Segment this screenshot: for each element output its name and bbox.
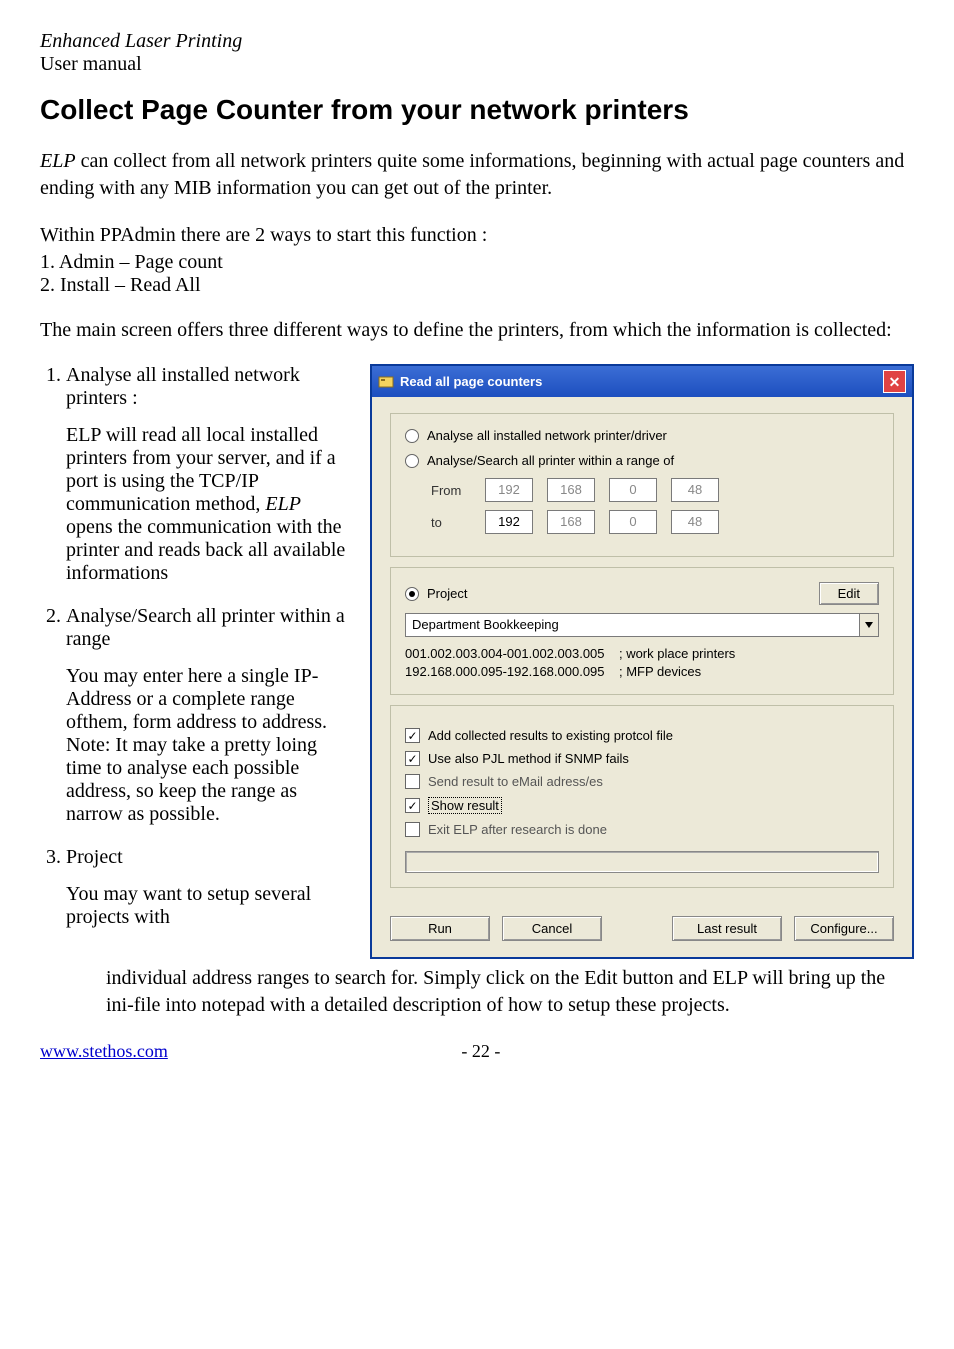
list-item-1: Analyse all installed network printers :… <box>66 364 350 585</box>
group-analyse-modes: Analyse all installed network printer/dr… <box>390 413 894 557</box>
from-ip-c[interactable]: 0 <box>609 478 657 502</box>
radio1-label: Analyse all installed network printer/dr… <box>427 428 667 443</box>
item1-body-em: ELP <box>265 493 301 515</box>
radio3-label: Project <box>427 586 467 601</box>
item3-title: Project <box>66 846 123 868</box>
item1-body: ELP will read all local installed printe… <box>66 424 350 585</box>
to-label: to <box>431 515 471 530</box>
radio-analyse-range[interactable]: Analyse/Search all printer within a rang… <box>405 453 879 468</box>
cancel-button[interactable]: Cancel <box>502 916 602 941</box>
checkbox-icon <box>405 822 420 837</box>
project-combobox[interactable]: Department Bookkeeping <box>405 613 879 637</box>
item2-title: Analyse/Search all printer within a rang… <box>66 605 345 650</box>
run-button[interactable]: Run <box>390 916 490 941</box>
from-ip-a[interactable]: 192 <box>485 478 533 502</box>
radio-icon <box>405 429 419 443</box>
chk-send-email[interactable]: Send result to eMail adress/es <box>405 774 879 789</box>
doc-header-title: Enhanced Laser Printing <box>40 30 914 53</box>
list-item-2: Analyse/Search all printer within a rang… <box>66 605 350 826</box>
from-label: From <box>431 483 471 498</box>
mainscreen-paragraph: The main screen offers three different w… <box>40 317 914 344</box>
item2-body1: You may enter here a single IP-Address o… <box>66 665 350 734</box>
project-details: 001.002.003.004-001.002.003.005 ; work p… <box>405 645 879 680</box>
item2-body2: Note: It may take a pretty loing time to… <box>66 734 350 826</box>
to-ip-a[interactable]: 192 <box>485 510 533 534</box>
combo-selected: Department Bookkeeping <box>406 614 859 636</box>
dialog-titlebar[interactable]: Read all page counters ✕ <box>372 366 912 397</box>
way-2: 2. Install – Read All <box>40 274 914 297</box>
checkbox-icon <box>405 798 420 813</box>
item3-body1: You may want to setup several projects w… <box>66 883 350 929</box>
footer-link[interactable]: www.stethos.com <box>40 1041 168 1062</box>
after-paragraph: individual address ranges to search for.… <box>106 965 914 1019</box>
dialog-read-page-counters: Read all page counters ✕ Analyse all ins… <box>370 364 914 959</box>
intro-em: ELP <box>40 150 76 172</box>
checkbox-icon <box>405 728 420 743</box>
project-line-2: 192.168.000.095-192.168.000.095 ; MFP de… <box>405 663 879 681</box>
radio-icon <box>405 587 419 601</box>
to-ip-b[interactable]: 168 <box>547 510 595 534</box>
chk-show-result[interactable]: Show result <box>405 797 879 814</box>
item1-body-c: opens the communication with the printer… <box>66 516 345 584</box>
dialog-button-row: Run Cancel Last result Configure... <box>390 916 894 941</box>
radio2-label: Analyse/Search all printer within a rang… <box>427 453 674 468</box>
checkbox-icon <box>405 751 420 766</box>
chk3-label: Send result to eMail adress/es <box>428 774 603 789</box>
within-paragraph: Within PPAdmin there are 2 ways to start… <box>40 222 914 249</box>
to-ip-d[interactable]: 48 <box>671 510 719 534</box>
close-icon: ✕ <box>889 375 901 389</box>
ip-row-to: to 192 168 0 48 <box>431 510 879 534</box>
checkbox-icon <box>405 774 420 789</box>
page-heading: Collect Page Counter from your network p… <box>40 94 914 126</box>
chk-use-pjl[interactable]: Use also PJL method if SNMP fails <box>405 751 879 766</box>
radio-icon <box>405 454 419 468</box>
to-ip-c[interactable]: 0 <box>609 510 657 534</box>
page-footer: www.stethos.com - 22 - <box>40 1041 914 1062</box>
configure-button[interactable]: Configure... <box>794 916 894 941</box>
edit-button[interactable]: Edit <box>819 582 879 605</box>
chevron-down-icon <box>859 614 878 636</box>
intro-paragraph: ELP can collect from all network printer… <box>40 148 914 202</box>
chk4-label: Show result <box>428 797 502 814</box>
way-1: 1. Admin – Page count <box>40 251 914 274</box>
dialog-app-icon <box>378 374 394 390</box>
from-ip-b[interactable]: 168 <box>547 478 595 502</box>
radio-project[interactable]: Project <box>405 586 467 601</box>
doc-header-subtitle: User manual <box>40 53 914 76</box>
chk1-label: Add collected results to existing protco… <box>428 728 673 743</box>
last-result-button[interactable]: Last result <box>672 916 782 941</box>
chk2-label: Use also PJL method if SNMP fails <box>428 751 629 766</box>
item1-title: Analyse all installed network printers : <box>66 364 300 409</box>
from-ip-d[interactable]: 48 <box>671 478 719 502</box>
dialog-title: Read all page counters <box>400 374 542 389</box>
ip-row-from: From 192 168 0 48 <box>431 478 879 502</box>
status-bar <box>405 851 879 873</box>
group-options: Add collected results to existing protco… <box>390 705 894 888</box>
close-button[interactable]: ✕ <box>883 370 906 393</box>
radio-analyse-installed[interactable]: Analyse all installed network printer/dr… <box>405 428 879 443</box>
footer-page-number: - 22 - <box>461 1041 500 1062</box>
chk5-label: Exit ELP after research is done <box>428 822 607 837</box>
project-line-1: 001.002.003.004-001.002.003.005 ; work p… <box>405 645 879 663</box>
chk-exit-after[interactable]: Exit ELP after research is done <box>405 822 879 837</box>
intro-rest: can collect from all network printers qu… <box>40 150 904 199</box>
chk-add-collected[interactable]: Add collected results to existing protco… <box>405 728 879 743</box>
list-item-3: Project You may want to setup several pr… <box>66 846 350 929</box>
group-project: Project Edit Department Bookkeeping 001.… <box>390 567 894 695</box>
